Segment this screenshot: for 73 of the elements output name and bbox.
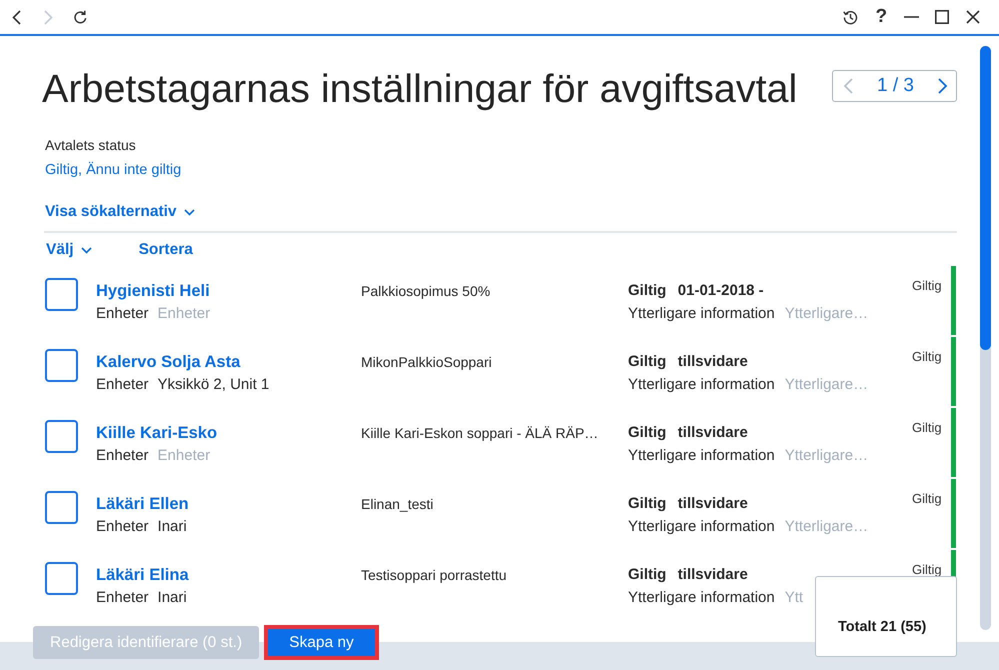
chevron-left-icon [843,78,853,94]
sort-button[interactable]: Sortera [138,239,193,261]
validity-status: Giltig [628,282,666,299]
info-label: Ytterligare information [628,304,775,324]
units-label: Enheter [96,304,149,324]
employee-name-link[interactable]: Kiille Kari-Esko [96,421,218,445]
status-text: Giltig [912,349,942,364]
status-text: Giltig [912,491,942,506]
units-value: Inari [158,517,187,537]
row-checkbox[interactable] [45,349,78,382]
info-label: Ytterligare information [628,588,775,608]
info-value: Ytterligare… [784,517,868,537]
status-text: Giltig [912,278,942,293]
employee-name-link[interactable]: Hygienisti Heli [96,279,210,303]
units-value: Inari [158,588,187,608]
row-checkbox[interactable] [45,562,78,595]
chevron-down-icon [80,246,92,254]
row-checkbox[interactable] [45,278,78,311]
agreement-name: Kiille Kari-Eskon soppari - ÄLÄ RÄP… [361,424,600,443]
units-label: Enheter [96,517,149,537]
history-clock-icon [843,10,858,24]
validity-status: Giltig [628,353,666,370]
validity-status: Giltig [628,424,666,441]
status-text: Giltig [912,562,942,577]
agreement-name: Elinan_testi [361,495,434,514]
units-value: Enheter [158,446,210,466]
help-button[interactable]: ? [866,2,896,32]
info-value: Ytterligare… [784,304,868,324]
row-checkbox[interactable] [45,420,78,453]
chevron-down-icon [184,208,195,216]
validity-status: Giltig [628,566,666,583]
minimize-icon [904,16,920,18]
chevron-right-icon [938,78,948,94]
select-menu-button[interactable]: Välj [46,239,92,261]
info-label: Ytterligare information [628,517,775,537]
units-label: Enheter [96,588,149,608]
search-options-toggle[interactable]: Visa sökalternativ [45,201,195,223]
info-label: Ytterligare information [628,375,775,395]
page-title: Arbetstagarnas inställningar för avgiftsavtal [42,66,798,113]
chevron-left-icon [12,10,20,24]
validity-period: tillsvidare [678,424,748,441]
row-checkbox[interactable] [45,491,78,524]
employee-name-link[interactable]: Kalervo Solja Asta [96,350,240,374]
maximize-icon [935,10,950,24]
units-label: Enheter [96,446,149,466]
validity-period: tillsvidare [678,353,748,370]
scrollbar-thumb[interactable] [980,46,991,350]
total-count: Totalt 21 (55) [838,619,926,635]
filter-label: Avtalets status [45,136,137,155]
info-label: Ytterligare information [628,446,775,466]
units-value: Yksikkö 2, Unit 1 [158,375,270,395]
validity-period: tillsvidare [678,495,748,512]
validity-status: Giltig [628,495,666,512]
info-value: Ytt [784,588,804,608]
chevron-right-icon [44,10,52,24]
units-value: Enheter [158,304,210,324]
validity-period: tillsvidare [678,566,748,583]
close-icon [966,10,980,24]
next-page-button[interactable] [938,78,948,94]
status-text: Giltig [912,420,942,435]
agreement-name: Palkkiosopimus 50% [361,282,492,301]
info-value: Ytterligare… [784,446,868,466]
units-label: Enheter [96,375,149,395]
agreement-name: MikonPalkkioSoppari [361,353,493,372]
validity-period: 01-01-2018 - [678,282,764,299]
employee-name-link[interactable]: Läkäri Elina [96,563,189,587]
info-value: Ytterligare… [784,375,868,395]
status-filter-link[interactable]: Giltig, Ännu inte giltig [45,159,182,181]
refresh-icon [72,10,88,24]
page-indicator: 1 / 3 [877,75,914,97]
create-new-button[interactable]: Skapa ny [268,629,375,656]
agreement-name: Testisoppari porrastettu [361,566,508,585]
employee-name-link[interactable]: Läkäri Ellen [96,492,189,516]
